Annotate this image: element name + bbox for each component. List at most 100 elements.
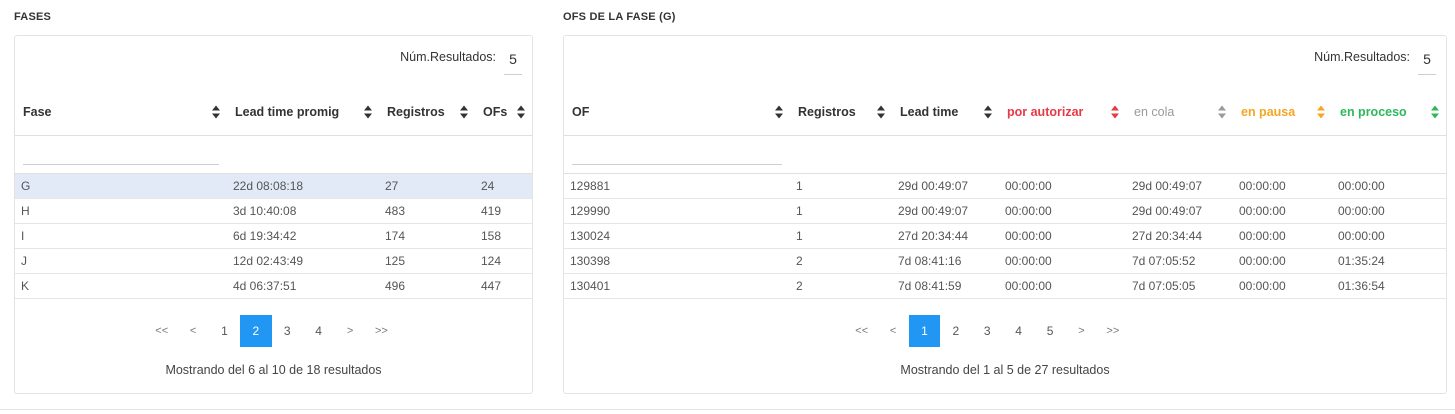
first-page-button[interactable]: << [146, 315, 177, 347]
sort-icon[interactable] [877, 105, 886, 119]
page-button[interactable]: 3 [272, 315, 303, 347]
page-button[interactable]: 2 [240, 315, 272, 347]
col-header-fase[interactable]: Fase [15, 89, 227, 136]
cell-of-link[interactable]: 130401 [564, 273, 790, 299]
sort-icon[interactable] [984, 105, 993, 119]
cell-of-link[interactable]: 130398 [564, 248, 790, 274]
ofs-pagination: << <1 2 3 4 5 > >> [846, 315, 1129, 347]
fases-pagination: << <1 2 3 4 > >> [146, 315, 397, 347]
cell-of-link[interactable]: 130024 [564, 223, 790, 249]
page-button[interactable]: 1 [209, 315, 240, 347]
cell-ofs: 447 [475, 273, 532, 299]
page-button[interactable]: 5 [1034, 315, 1065, 347]
cell-en-cola: 29d 00:49:07 [1126, 198, 1233, 224]
cell-en-proceso: 00:00:00 [1332, 173, 1446, 199]
num-results-select[interactable]: 5 [504, 49, 522, 75]
next-page-button[interactable]: > [334, 315, 365, 347]
cell-por-autorizar: 00:00:00 [999, 273, 1126, 299]
table-row[interactable]: J 12d 02:43:49 125 124 [15, 248, 532, 274]
fases-title: FASES [14, 11, 52, 23]
sort-icon[interactable] [212, 105, 221, 119]
fases-header-row: Fase Lead time promig Registros OFs [15, 89, 532, 136]
cell-en-pausa: 00:00:00 [1233, 273, 1332, 299]
fases-table: Fase Lead time promig Registros OFs G 22d… [15, 89, 532, 299]
sort-icon[interactable] [517, 105, 526, 119]
cell-ofs: 124 [475, 248, 532, 274]
prev-page-button[interactable]: < [177, 315, 208, 347]
cell-registros: 1 [790, 173, 892, 199]
cell-lead-time: 3d 10:40:08 [227, 198, 379, 224]
col-header-registros[interactable]: Registros [790, 89, 892, 136]
sort-icon[interactable] [364, 105, 373, 119]
first-page-button[interactable]: << [846, 315, 877, 347]
table-row[interactable]: 130024 1 27d 20:34:44 00:00:00 27d 20:34:44 0… [564, 223, 1446, 249]
cell-en-proceso: 01:35:24 [1332, 248, 1446, 274]
fases-panel: Núm.Resultados: 5 Fase Lead time promig … [14, 35, 533, 394]
col-header-lead-time[interactable]: Lead time promig [227, 89, 379, 136]
table-row[interactable]: K 4d 06:37:51 496 447 [15, 273, 532, 299]
table-row[interactable]: H 3d 10:40:08 483 419 [15, 198, 532, 224]
col-header-registros[interactable]: Registros [379, 89, 475, 136]
cell-registros: 483 [379, 198, 475, 224]
sort-icon[interactable] [775, 105, 784, 119]
cell-registros: 27 [379, 173, 475, 199]
cell-lead-time: 22d 08:08:18 [227, 173, 379, 199]
num-results-label: Núm.Resultados: [1314, 50, 1410, 64]
cell-en-cola: 27d 20:34:44 [1126, 223, 1233, 249]
num-results-select[interactable]: 5 [1418, 49, 1436, 75]
col-header-en-pausa[interactable]: en pausa [1233, 89, 1332, 136]
next-page-button[interactable]: > [1066, 315, 1097, 347]
cell-lead-time: 29d 00:49:07 [892, 173, 999, 199]
page-button[interactable]: 1 [908, 315, 941, 347]
page-button[interactable]: 4 [1003, 315, 1034, 347]
cell-fase: J [15, 248, 227, 274]
col-header-en-proceso[interactable]: en proceso [1332, 89, 1446, 136]
cell-por-autorizar: 00:00:00 [999, 173, 1126, 199]
prev-page-button[interactable]: < [877, 315, 908, 347]
ofs-title: OFS DE LA FASE (G) [563, 11, 676, 23]
cell-en-pausa: 00:00:00 [1233, 198, 1332, 224]
table-row[interactable]: I 6d 19:34:42 174 158 [15, 223, 532, 249]
cell-fase: H [15, 198, 227, 224]
table-row[interactable]: 129990 1 29d 00:49:07 00:00:00 29d 00:49:07 0… [564, 198, 1446, 224]
last-page-button[interactable]: >> [366, 315, 397, 347]
table-row[interactable]: 130398 2 7d 08:41:16 00:00:00 7d 07:05:52 00:… [564, 248, 1446, 274]
col-header-ofs[interactable]: OFs [475, 89, 532, 136]
of-filter-input[interactable] [572, 142, 782, 165]
num-results-label: Núm.Resultados: [400, 50, 496, 64]
cell-en-pausa: 00:00:00 [1233, 248, 1332, 274]
cell-of-link[interactable]: 129990 [564, 198, 790, 224]
sort-icon[interactable] [1218, 105, 1227, 119]
cell-en-proceso: 00:00:00 [1332, 223, 1446, 249]
col-header-por-autorizar[interactable]: por autorizar [999, 89, 1126, 136]
ofs-panel: Núm.Resultados: 5 OF Registros Lead time… [563, 35, 1447, 394]
ofs-num-results: Núm.Resultados: 5 [1314, 49, 1436, 75]
sort-icon[interactable] [1111, 105, 1120, 119]
last-page-button[interactable]: >> [1097, 315, 1128, 347]
cell-en-pausa: 00:00:00 [1233, 173, 1332, 199]
col-header-of[interactable]: OF [564, 89, 790, 136]
cell-ofs: 419 [475, 198, 532, 224]
table-row[interactable]: G 22d 08:08:18 27 24 [15, 173, 532, 199]
table-row[interactable]: 129881 1 29d 00:49:07 00:00:00 29d 00:49:07 0… [564, 173, 1446, 199]
cell-registros: 125 [379, 248, 475, 274]
cell-ofs: 158 [475, 223, 532, 249]
page-button[interactable]: 4 [303, 315, 334, 347]
fase-filter-input[interactable] [23, 142, 219, 165]
table-row[interactable]: 130401 2 7d 08:41:59 00:00:00 7d 07:05:05 00:… [564, 273, 1446, 299]
cell-registros: 174 [379, 223, 475, 249]
cell-en-cola: 29d 00:49:07 [1126, 173, 1233, 199]
sort-icon[interactable] [1431, 105, 1440, 119]
page-button[interactable]: 2 [940, 315, 971, 347]
bottom-divider [0, 409, 1455, 410]
cell-en-pausa: 00:00:00 [1233, 223, 1332, 249]
cell-fase: G [15, 173, 227, 199]
page-button[interactable]: 3 [972, 315, 1003, 347]
sort-icon[interactable] [1317, 105, 1326, 119]
cell-of-link[interactable]: 129881 [564, 173, 790, 199]
cell-lead-time: 12d 02:43:49 [227, 248, 379, 274]
sort-icon[interactable] [460, 105, 469, 119]
cell-ofs: 24 [475, 173, 532, 199]
col-header-en-cola[interactable]: en cola [1126, 89, 1233, 136]
col-header-lead-time[interactable]: Lead time [892, 89, 999, 136]
